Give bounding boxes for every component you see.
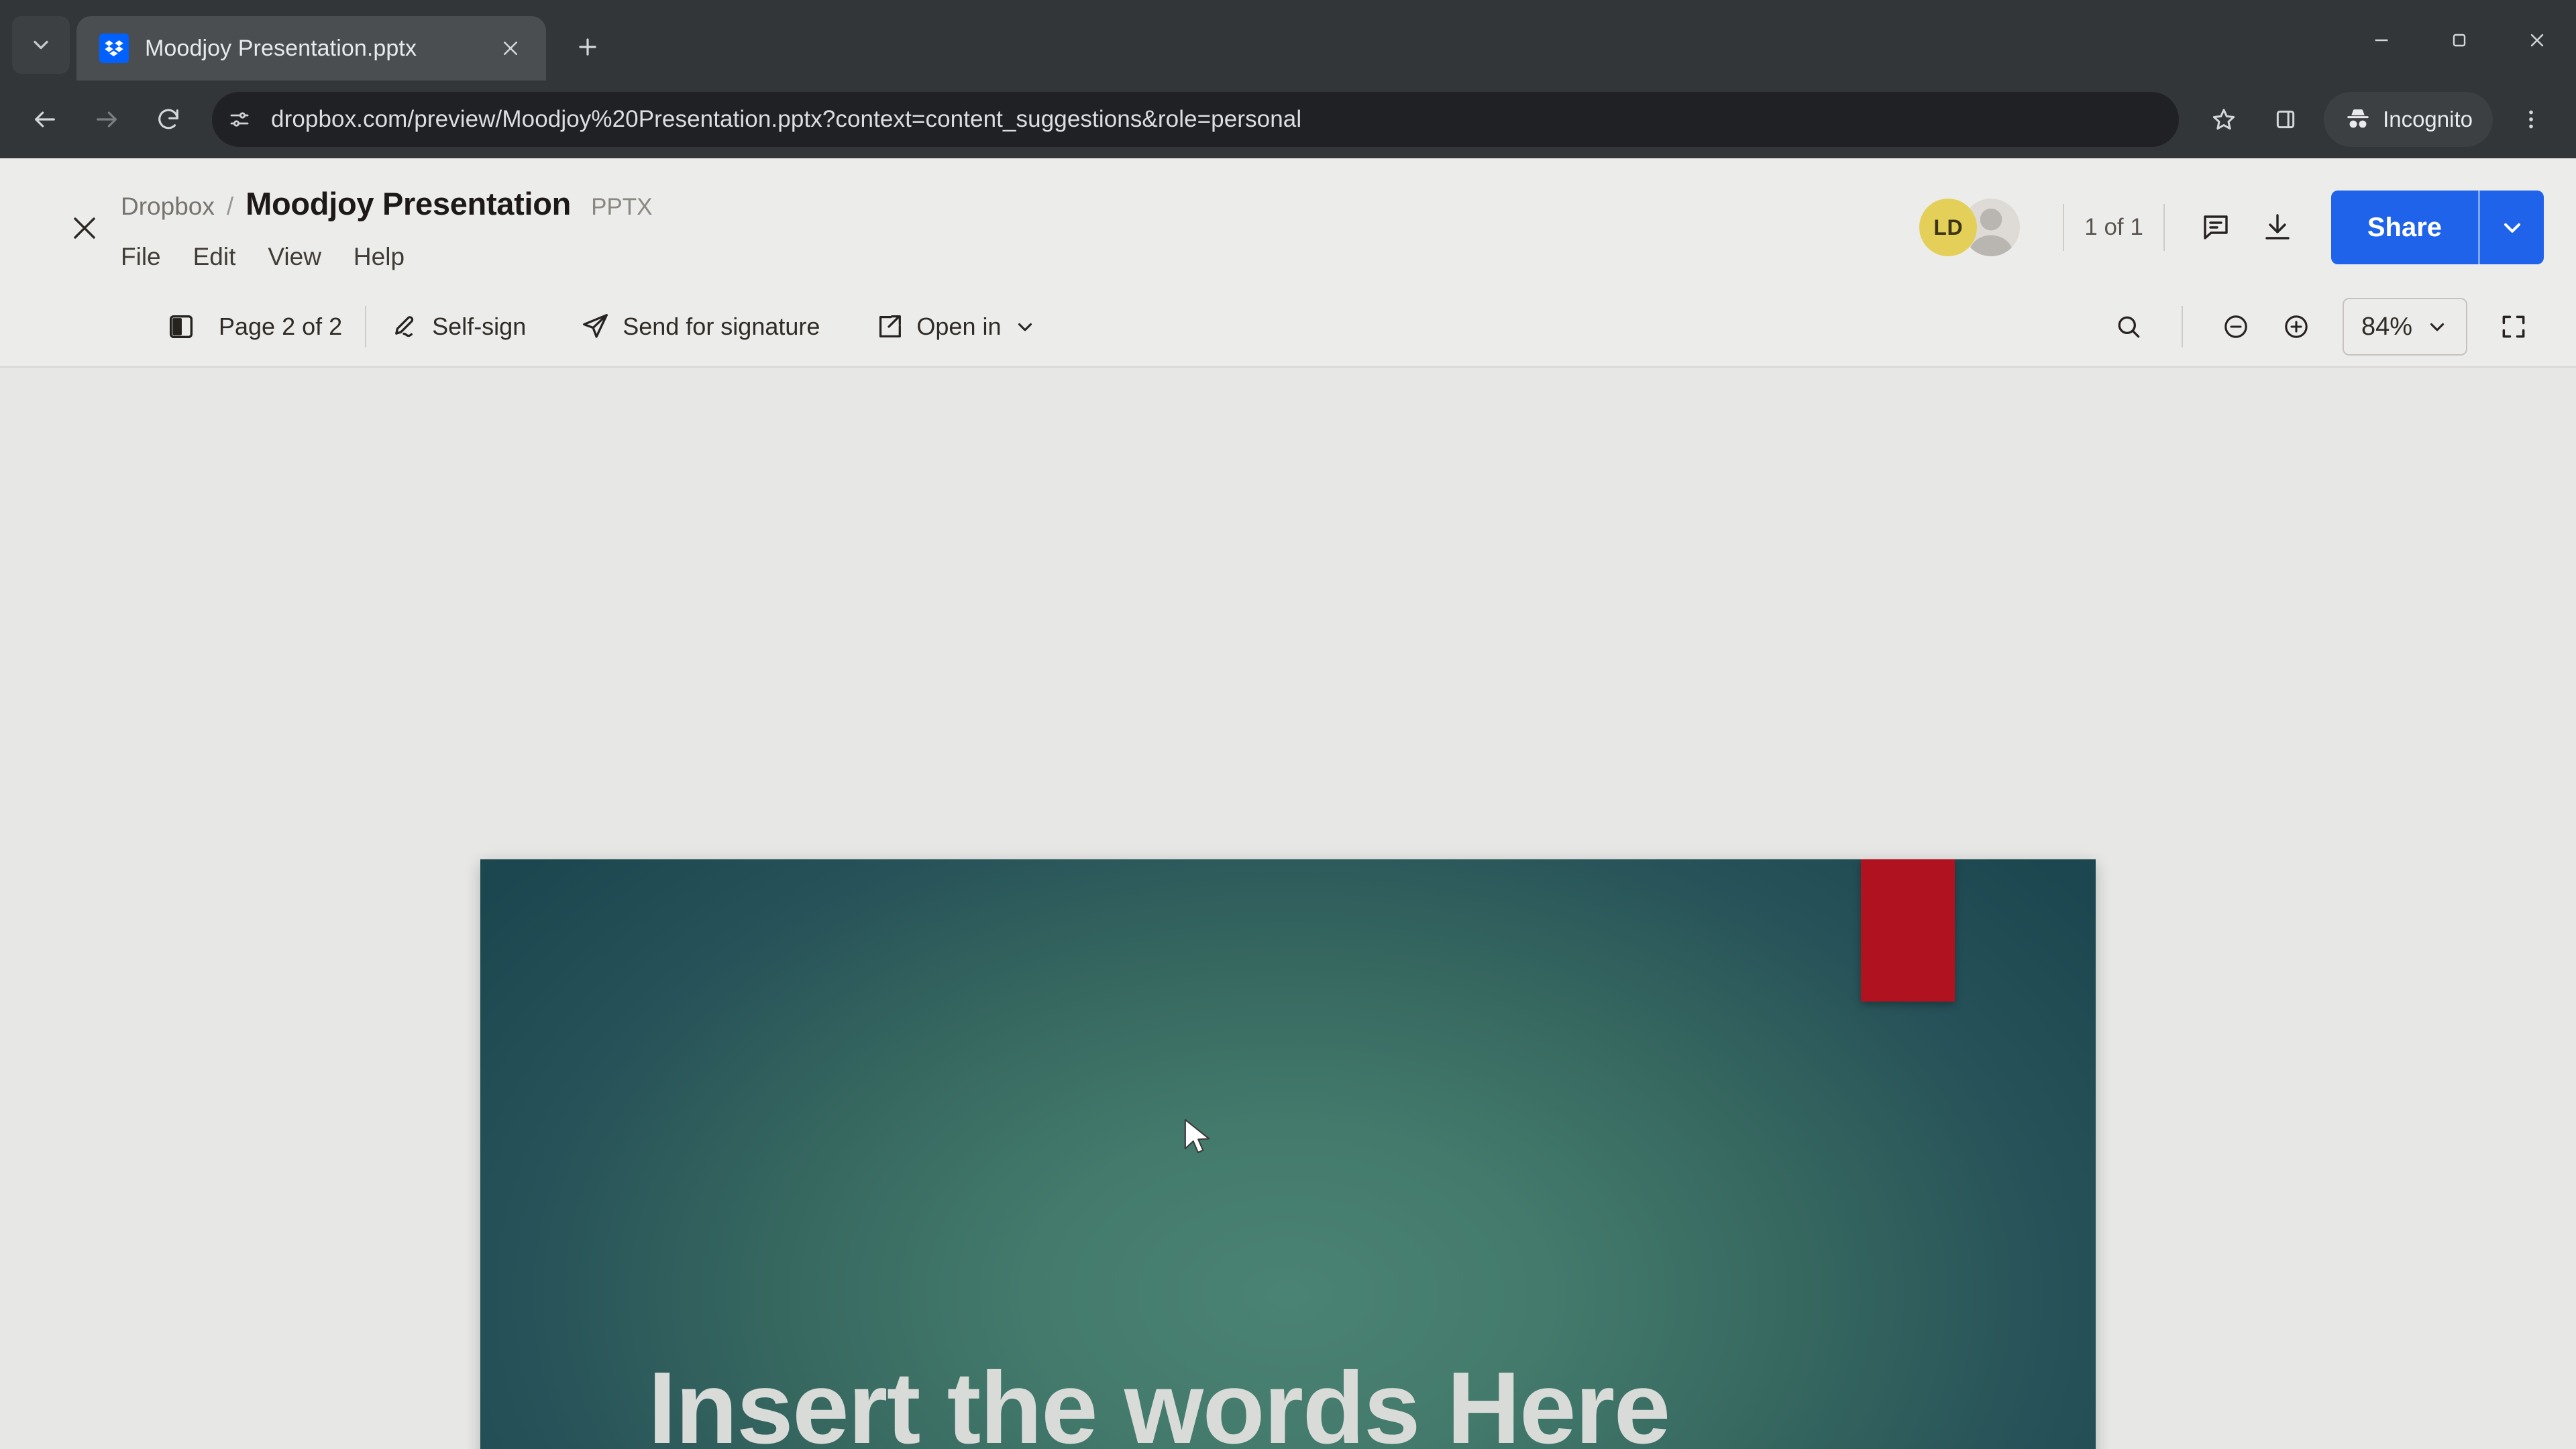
open-in-button[interactable]: Open in [873,311,1036,342]
preview-header: Dropbox / Moodjoy Presentation PPTX File… [0,158,2576,287]
self-sign-label: Self-sign [432,313,527,340]
menu-view[interactable]: View [268,243,321,271]
dropbox-preview-page: Dropbox / Moodjoy Presentation PPTX File… [0,158,2576,1449]
slide-title: Insert the words Here [648,1351,1670,1449]
share-button[interactable]: Share [2330,191,2478,264]
incognito-indicator[interactable]: Incognito [2324,92,2493,147]
minimize-icon[interactable] [2343,0,2420,80]
divider [2063,204,2065,251]
dropbox-icon [99,34,129,63]
viewer-avatars: LD [1919,199,2021,256]
sidebar-toggle-icon[interactable] [164,309,199,344]
tab-close-icon[interactable] [492,30,529,66]
incognito-label: Incognito [2383,107,2473,131]
share-chevron-down-icon[interactable] [2478,191,2544,264]
divider [365,306,367,347]
close-preview-icon[interactable] [48,192,121,264]
menu-edit[interactable]: Edit [193,243,236,271]
slide-canvas: Insert the words Here THIS IS AN EXPLANA… [0,368,2576,1449]
preview-toolbar: Page 2 of 2 Self-sign Send for signature… [0,287,2576,368]
star-icon[interactable] [2196,92,2251,147]
browser-window: Moodjoy Presentation.pptx dropbox.com/pr… [0,0,2576,1449]
side-panel-icon[interactable] [2258,92,2313,147]
zoom-level-value: 84% [2361,312,2412,341]
toolbar-right: 84% [2098,297,2544,357]
share-button-group: Share [2330,191,2544,264]
back-arrow-icon[interactable] [17,92,72,147]
app-menu-bar: File Edit View Help [121,243,653,271]
menu-help[interactable]: Help [354,243,405,271]
window-close-icon[interactable] [2498,0,2576,80]
forward-arrow-icon[interactable] [79,92,134,147]
search-icon[interactable] [2098,297,2159,357]
comment-icon[interactable] [2185,197,2247,258]
avatar[interactable]: LD [1919,199,1978,256]
slide-preview[interactable]: Insert the words Here THIS IS AN EXPLANA… [480,859,2096,1449]
mouse-cursor [1183,1118,1214,1157]
file-extension-label: PPTX [591,194,653,220]
tab-search-chevron-icon[interactable] [12,16,70,74]
divider [2181,306,2183,347]
address-bar[interactable]: dropbox.com/preview/Moodjoy%20Presentati… [212,92,2180,147]
zoom-in-icon[interactable] [2266,297,2326,357]
url-text: dropbox.com/preview/Moodjoy%20Presentati… [271,106,1302,132]
new-tab-button[interactable] [561,20,614,74]
breadcrumb: Dropbox / Moodjoy Presentation PPTX [121,185,653,233]
chevron-down-icon [1018,323,1032,331]
page-indicator: Page 2 of 2 [219,313,343,340]
breadcrumb-separator: / [226,193,234,220]
page-title: Moodjoy Presentation [246,186,572,221]
chevron-down-icon [2430,323,2445,331]
slide-accent-rectangle [1861,859,1955,1002]
header-left: Dropbox / Moodjoy Presentation PPTX File… [121,158,653,271]
divider [2163,204,2165,251]
maximize-icon[interactable] [2420,0,2498,80]
viewer-count: 1 of 1 [2084,214,2143,240]
zoom-level-dropdown[interactable]: 84% [2342,298,2467,356]
menu-file[interactable]: File [121,243,161,271]
zoom-out-icon[interactable] [2206,297,2266,357]
send-for-signature-button[interactable]: Send for signature [580,311,820,342]
self-sign-button[interactable]: Self-sign [389,311,526,342]
fullscreen-icon[interactable] [2483,297,2544,357]
browser-tab[interactable]: Moodjoy Presentation.pptx [76,16,546,80]
tab-strip: Moodjoy Presentation.pptx [0,0,2576,80]
download-icon[interactable] [2247,197,2308,258]
three-dot-menu-icon[interactable] [2504,92,2559,147]
tab-title: Moodjoy Presentation.pptx [145,35,417,61]
browser-toolbar: dropbox.com/preview/Moodjoy%20Presentati… [0,80,2576,158]
send-for-signature-label: Send for signature [623,313,820,340]
page-settings-icon[interactable] [217,97,262,142]
reload-icon[interactable] [141,92,196,147]
window-controls [2343,0,2576,80]
breadcrumb-root[interactable]: Dropbox [121,193,215,221]
header-right: LD 1 of 1 Share [1919,158,2544,264]
open-in-label: Open in [916,313,1002,340]
